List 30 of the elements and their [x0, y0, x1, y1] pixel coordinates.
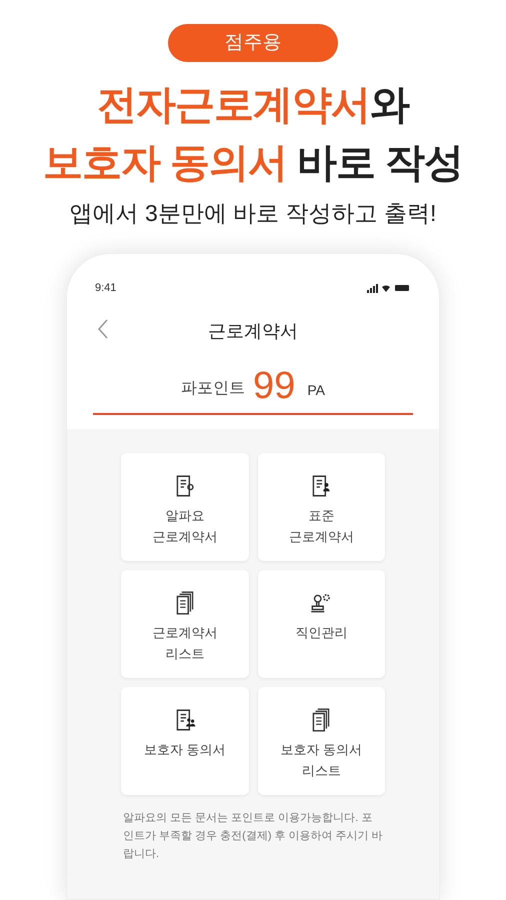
menu-card[interactable]: 직인관리: [258, 570, 385, 678]
menu-card[interactable]: 근로계약서 리스트: [121, 570, 248, 678]
back-button[interactable]: [97, 318, 109, 340]
menu-card[interactable]: 알파요 근로계약서: [121, 453, 248, 561]
menu-label: 보호자 동의서: [144, 741, 226, 759]
subtitle: 앱에서 3분만에 바로 작성하고 출력!: [70, 199, 436, 228]
menu-label: 표준: [308, 507, 334, 525]
headline-text: 와: [370, 83, 409, 127]
menu-label: 알파요: [165, 507, 204, 525]
status-icons: [367, 282, 411, 293]
headline-text: 전자근로계약서: [96, 83, 370, 127]
menu-label: 근로계약서: [152, 528, 218, 546]
points-value: 99: [253, 365, 296, 407]
badge: 점주용: [168, 24, 338, 62]
headline-text: 바로 작성: [296, 141, 464, 185]
menu-label: 보호자 동의서: [280, 741, 362, 759]
menu-label: 근로계약서: [288, 528, 354, 546]
menu-label: 근로계약서: [152, 624, 218, 642]
menu-label: 직인관리: [295, 624, 348, 642]
points-label: 파포인트: [181, 379, 246, 399]
notice-text: 알파요의 모든 문서는 포인트로 이용가능합니다. 포인트가 부족할 경우 충전(결제) 후 이용하여 주시기 바랍니다.: [122, 811, 384, 862]
points-unit: PA: [307, 381, 325, 400]
screen-title: 근로계약서: [208, 320, 298, 343]
menu-label: 리스트: [165, 645, 204, 663]
headline-text: 보호자 동의서: [42, 141, 287, 185]
status-time: 9:41: [95, 280, 116, 296]
menu-card[interactable]: 보호자 동의서: [121, 687, 248, 795]
menu-card[interactable]: 보호자 동의서 리스트: [258, 687, 385, 795]
menu-card[interactable]: 표준 근로계약서: [258, 453, 385, 561]
menu-label: 리스트: [302, 762, 341, 780]
